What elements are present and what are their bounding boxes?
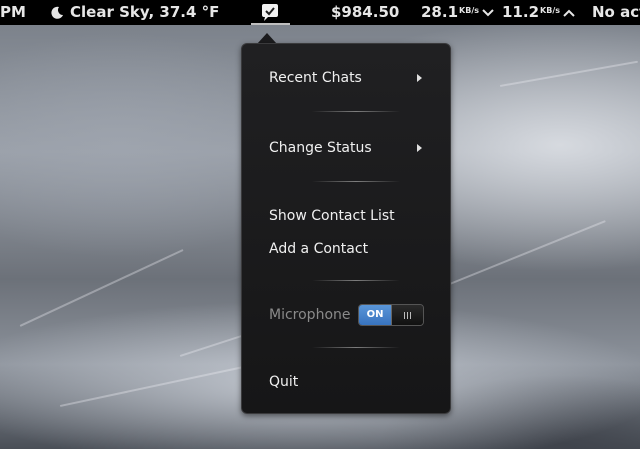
weather-text: Clear Sky, 37.4 °F (70, 3, 220, 21)
microphone-label: Microphone (269, 307, 351, 323)
net-up-value: 11.2 (502, 3, 540, 21)
menu-item-change-status[interactable]: Change Status (269, 139, 372, 157)
menu-separator (312, 280, 400, 281)
activity-status[interactable]: No act (592, 3, 640, 22)
menu-separator (312, 111, 400, 112)
menu-item-label: Recent Chats (269, 70, 362, 86)
toggle-knob[interactable] (391, 305, 423, 325)
menu-separator (312, 347, 400, 348)
top-panel: PM Clear Sky, 37.4 °F $984.50 28.1 KB/s … (0, 0, 640, 25)
menu-item-recent-chats[interactable]: Recent Chats (269, 69, 362, 87)
submenu-arrow-icon (417, 144, 422, 152)
chevron-up-icon (563, 9, 575, 17)
moon-icon (51, 6, 63, 19)
chevron-down-icon (482, 8, 494, 16)
menu-item-add-contact[interactable]: Add a Contact (269, 240, 368, 258)
clock[interactable]: PM (0, 3, 26, 22)
net-down-value: 28.1 (421, 3, 459, 21)
weather-indicator[interactable]: Clear Sky, 37.4 °F (50, 3, 219, 22)
active-indicator (251, 23, 290, 25)
menu-separator (312, 181, 400, 182)
toggle-on-label: ON (359, 305, 391, 325)
microphone-toggle[interactable]: ON (358, 304, 424, 326)
menu-item-label: Change Status (269, 140, 372, 156)
stock-ticker[interactable]: $984.50 (331, 3, 399, 22)
menu-item-quit[interactable]: Quit (269, 373, 298, 391)
net-up-unit: KB/s (540, 6, 560, 15)
submenu-arrow-icon (417, 74, 422, 82)
menu-item-show-contact-list[interactable]: Show Contact List (269, 207, 395, 225)
network-speed-indicator[interactable]: 28.1 KB/s 11.2 KB/s (421, 3, 583, 22)
chat-status-icon[interactable] (258, 2, 282, 24)
net-down-unit: KB/s (459, 6, 479, 15)
chat-status-menu: Recent Chats Change Status Show Contact … (241, 43, 451, 414)
